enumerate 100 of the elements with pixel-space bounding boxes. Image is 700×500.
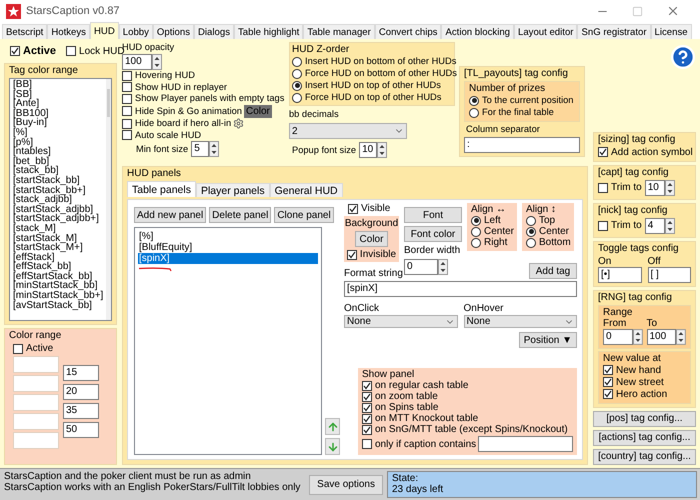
- checkbox[interactable]: [122, 94, 132, 104]
- color-swatch[interactable]: [13, 394, 59, 411]
- panel-button[interactable]: Clone panel: [274, 207, 334, 223]
- list-item[interactable]: [effStack]: [13, 252, 104, 262]
- checkbox[interactable]: [66, 46, 76, 56]
- trim-field[interactable]: 4: [644, 218, 665, 234]
- font-color-button[interactable]: Font color: [404, 226, 462, 242]
- separator-field[interactable]: :: [464, 137, 580, 153]
- checkbox[interactable]: [10, 46, 20, 56]
- list-item[interactable]: [startStack_bb+]: [13, 186, 104, 196]
- color-swatch[interactable]: [13, 413, 59, 430]
- tab[interactable]: Player panels: [196, 183, 270, 197]
- radio-button[interactable]: [292, 56, 302, 66]
- spinner-arrows-icon[interactable]: [664, 218, 675, 234]
- checkbox[interactable]: [362, 392, 372, 402]
- list-item[interactable]: [SB]: [13, 90, 104, 100]
- radio-button[interactable]: [292, 68, 302, 78]
- threshold-field[interactable]: 35: [63, 403, 99, 419]
- list-item[interactable]: [startStack_adjbb+]: [13, 214, 104, 224]
- list-item[interactable]: [avStartStack_bb]: [13, 300, 104, 310]
- list-item[interactable]: [bet_bb]: [13, 156, 104, 166]
- dropdown[interactable]: None: [464, 315, 577, 328]
- add-tag-button[interactable]: Add tag: [529, 263, 577, 279]
- checkbox[interactable]: [362, 402, 372, 412]
- tab[interactable]: Betscript: [2, 24, 48, 39]
- checkbox[interactable]: [346, 250, 357, 260]
- checkbox[interactable]: [598, 147, 608, 158]
- checkbox[interactable]: [603, 389, 613, 400]
- list-item[interactable]: [effStartStack_bb]: [13, 272, 104, 282]
- checkbox[interactable]: [598, 220, 608, 231]
- list-item[interactable]: [effStack_bb]: [13, 262, 104, 272]
- checkbox[interactable]: [598, 182, 608, 193]
- scrollbar[interactable]: [106, 79, 111, 320]
- spinner-arrows-icon[interactable]: [152, 54, 162, 70]
- list-item[interactable]: [startStack_adjbb]: [13, 204, 104, 214]
- font-size-field[interactable]: 5: [191, 141, 210, 157]
- color-swatch[interactable]: [13, 375, 59, 392]
- save-options-button[interactable]: Save options: [309, 474, 383, 494]
- range-from-field[interactable]: 0: [603, 328, 633, 345]
- tab[interactable]: HUD: [90, 22, 119, 39]
- radio-button[interactable]: [469, 96, 479, 106]
- checkbox[interactable]: [603, 377, 613, 388]
- checkbox[interactable]: [362, 380, 372, 390]
- checkbox[interactable]: [13, 344, 23, 354]
- color-button[interactable]: Color: [354, 231, 388, 247]
- radio-button[interactable]: [469, 108, 479, 118]
- checkbox[interactable]: [122, 70, 132, 80]
- dropdown[interactable]: None: [344, 315, 458, 328]
- radio-button[interactable]: [471, 226, 481, 236]
- list-item[interactable]: [%]: [13, 128, 104, 138]
- checkbox[interactable]: [122, 130, 132, 140]
- checkbox[interactable]: [362, 414, 372, 424]
- list-item[interactable]: [minStartStack_bb]: [13, 281, 104, 292]
- list-item[interactable]: [ntables]: [13, 147, 104, 157]
- spinner-arrows-icon[interactable]: [632, 328, 642, 345]
- radio-button[interactable]: [471, 216, 481, 226]
- toggle-on-field[interactable]: [•]: [598, 266, 642, 283]
- tab[interactable]: Dialogs: [194, 24, 234, 39]
- checkbox[interactable]: [122, 106, 132, 116]
- color-button[interactable]: Color: [244, 104, 272, 118]
- list-item[interactable]: [stack_adjbb]: [13, 195, 104, 205]
- tab[interactable]: Action blocking: [441, 24, 514, 39]
- tab[interactable]: Hotkeys: [47, 24, 90, 39]
- checkbox[interactable]: [362, 439, 372, 449]
- radio-button[interactable]: [526, 238, 536, 248]
- format-string-field[interactable]: [spinX]: [344, 281, 577, 297]
- list-item[interactable]: [stack_bb]: [13, 166, 104, 176]
- tag-config-button[interactable]: [pos] tag config...: [593, 410, 696, 427]
- checkbox[interactable]: [603, 365, 613, 376]
- tab[interactable]: Layout editor: [514, 24, 578, 39]
- list-item[interactable]: [BB]: [13, 80, 104, 90]
- list-item[interactable]: [startStack_M+]: [13, 243, 104, 253]
- range-to-field[interactable]: 100: [646, 328, 676, 345]
- radio-button[interactable]: [471, 238, 481, 248]
- tag-config-button[interactable]: [country] tag config...: [593, 448, 696, 465]
- move-up-button[interactable]: [325, 418, 340, 435]
- list-item[interactable]: [stack_M]: [13, 224, 104, 234]
- close-icon[interactable]: [666, 4, 680, 18]
- tab[interactable]: Table highlight: [234, 24, 304, 39]
- threshold-field[interactable]: 20: [63, 384, 99, 400]
- border-width-field[interactable]: 0: [404, 259, 438, 275]
- radio-button[interactable]: [292, 92, 302, 102]
- caption-field[interactable]: [478, 436, 573, 452]
- threshold-field[interactable]: 50: [63, 422, 99, 438]
- spinner-arrows-icon[interactable]: [676, 328, 686, 345]
- tab[interactable]: SnG registrator: [577, 24, 651, 39]
- color-swatch[interactable]: [13, 432, 59, 449]
- spinner-arrows-icon[interactable]: [377, 142, 388, 158]
- toggle-off-field[interactable]: [ ]: [648, 266, 691, 283]
- list-item[interactable]: [p%]: [13, 138, 104, 148]
- radio-button[interactable]: [292, 80, 302, 90]
- checkbox[interactable]: [348, 204, 358, 214]
- color-swatch[interactable]: [13, 356, 59, 373]
- panel-button[interactable]: Add new panel: [134, 207, 206, 223]
- checkbox[interactable]: [122, 82, 132, 92]
- list-item[interactable]: [startStack_M]: [13, 234, 104, 244]
- trim-field[interactable]: 10: [644, 180, 665, 196]
- font-size-field[interactable]: 10: [359, 142, 378, 158]
- font-button[interactable]: Font: [404, 207, 462, 223]
- threshold-field[interactable]: 15: [63, 365, 99, 381]
